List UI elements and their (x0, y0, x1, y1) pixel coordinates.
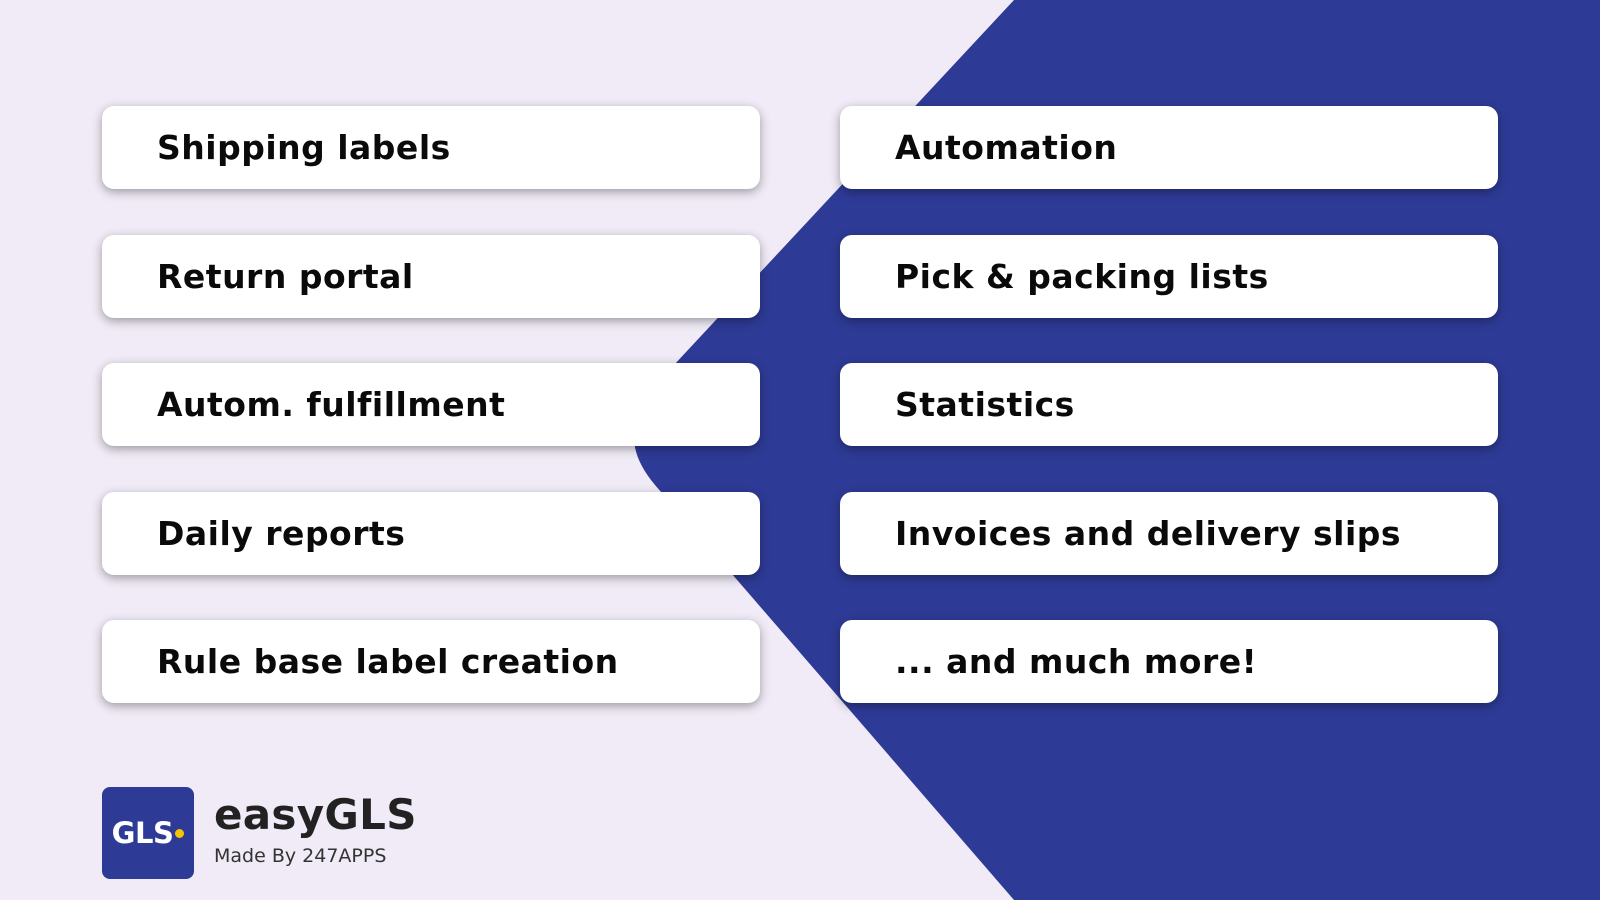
feature-card-pick-packing-lists: Pick & packing lists (840, 235, 1498, 318)
feature-label: Invoices and delivery slips (895, 514, 1402, 553)
feature-label: Autom. fulfillment (157, 385, 506, 424)
feature-card-daily-reports: Daily reports (102, 492, 760, 575)
feature-label: Pick & packing lists (895, 257, 1269, 296)
feature-label: Return portal (157, 257, 414, 296)
feature-label: Shipping labels (157, 128, 451, 167)
feature-card-shipping-labels: Shipping labels (102, 106, 760, 189)
feature-card-much-more: ... and much more! (840, 620, 1498, 703)
feature-label: Rule base label creation (157, 642, 619, 681)
brand-name: easyGLS (214, 790, 417, 839)
feature-card-automation: Automation (840, 106, 1498, 189)
feature-card-rule-base-label-creation: Rule base label creation (102, 620, 760, 703)
brand-tagline: Made By 247APPS (214, 845, 387, 867)
feature-card-invoices-delivery-slips: Invoices and delivery slips (840, 492, 1498, 575)
feature-card-autom-fulfillment: Autom. fulfillment (102, 363, 760, 446)
gls-logo-dot-icon (175, 828, 185, 838)
feature-label: Daily reports (157, 514, 406, 553)
feature-label: ... and much more! (895, 642, 1258, 681)
feature-label: Automation (895, 128, 1118, 167)
feature-card-statistics: Statistics (840, 363, 1498, 446)
feature-label: Statistics (895, 385, 1075, 424)
gls-logo-text: GLS (111, 816, 174, 850)
feature-card-return-portal: Return portal (102, 235, 760, 318)
gls-logo: GLS (102, 787, 194, 879)
